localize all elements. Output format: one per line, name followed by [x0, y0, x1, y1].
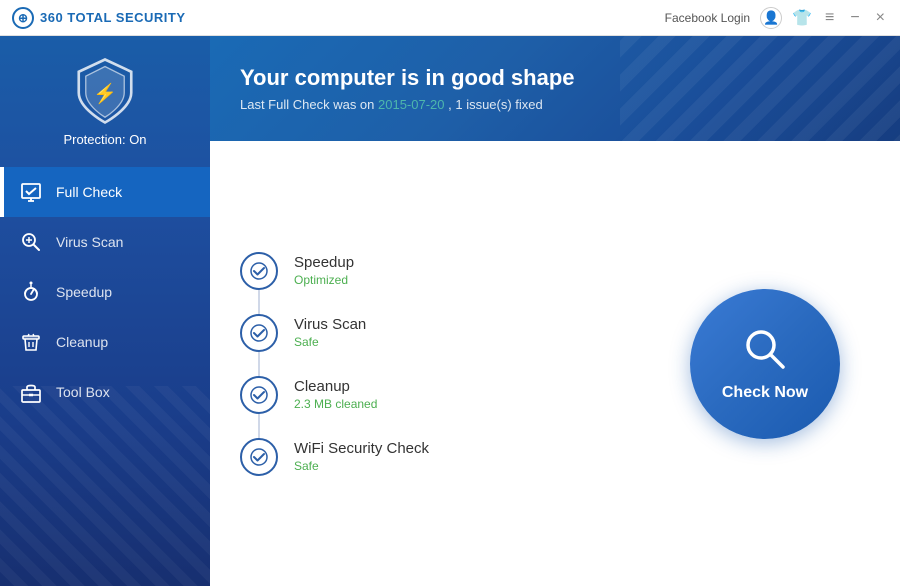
check-list: Speedup Optimized Virus Scan Safe: [240, 240, 650, 488]
title-bar-left: ⊕ 360 TOTAL SECURITY: [12, 7, 186, 29]
check-now-search-icon: [741, 325, 789, 378]
sidebar-nav: Full Check Virus Scan: [0, 167, 210, 417]
check-name-speedup: Speedup: [294, 254, 354, 271]
check-info-wifi: WiFi Security Check Safe: [294, 440, 429, 473]
sidebar-item-tool-box[interactable]: Tool Box: [0, 367, 210, 417]
header-banner: Your computer is in good shape Last Full…: [210, 36, 900, 141]
banner-date: 2015-07-20: [378, 97, 445, 112]
protection-label: Protection: On: [63, 132, 146, 147]
virus-scan-icon: [18, 229, 44, 255]
check-circle-virus-scan: [240, 314, 278, 352]
sidebar-item-cleanup[interactable]: Cleanup: [0, 317, 210, 367]
sidebar-label-full-check: Full Check: [56, 184, 122, 200]
minimize-button[interactable]: −: [847, 9, 862, 27]
banner-subtitle: Last Full Check was on 2015-07-20 , 1 is…: [240, 97, 870, 112]
check-item-cleanup: Cleanup 2.3 MB cleaned: [240, 364, 650, 426]
main-layout: ⚡ Protection: On Full Check: [0, 36, 900, 586]
check-name-virus-scan: Virus Scan: [294, 316, 366, 333]
app-title: 360 TOTAL SECURITY: [40, 10, 186, 25]
shield-icon: ⚡: [70, 56, 140, 126]
check-info-virus-scan: Virus Scan Safe: [294, 316, 366, 349]
subtitle-suffix: , 1 issue(s) fixed: [445, 97, 543, 112]
check-item-speedup: Speedup Optimized: [240, 240, 650, 302]
check-info-cleanup: Cleanup 2.3 MB cleaned: [294, 378, 377, 411]
check-circle-cleanup: [240, 376, 278, 414]
check-item-virus-scan: Virus Scan Safe: [240, 302, 650, 364]
check-status-virus-scan: Safe: [294, 335, 366, 349]
close-button[interactable]: ×: [873, 9, 888, 27]
fb-login-label: Facebook Login: [665, 11, 750, 25]
title-bar: ⊕ 360 TOTAL SECURITY Facebook Login 👤 👕 …: [0, 0, 900, 36]
check-circle-speedup: [240, 252, 278, 290]
check-info-speedup: Speedup Optimized: [294, 254, 354, 287]
content-area: Your computer is in good shape Last Full…: [210, 36, 900, 586]
sidebar-item-virus-scan[interactable]: Virus Scan: [0, 217, 210, 267]
sidebar-item-full-check[interactable]: Full Check: [0, 167, 210, 217]
sidebar-label-speedup: Speedup: [56, 284, 112, 300]
sidebar-label-cleanup: Cleanup: [56, 334, 108, 350]
title-bar-right: Facebook Login 👤 👕 ≡ − ×: [665, 7, 888, 29]
speedup-icon: [18, 279, 44, 305]
cleanup-icon: [18, 329, 44, 355]
check-name-wifi: WiFi Security Check: [294, 440, 429, 457]
logo-icon: ⊕: [12, 7, 34, 29]
full-check-icon: [18, 179, 44, 205]
check-circle-wifi: [240, 438, 278, 476]
check-status-speedup: Optimized: [294, 273, 354, 287]
shield-container: ⚡ Protection: On: [63, 56, 146, 147]
check-item-wifi: WiFi Security Check Safe: [240, 426, 650, 488]
check-status-cleanup: 2.3 MB cleaned: [294, 397, 377, 411]
svg-text:⚡: ⚡: [93, 82, 117, 105]
shirt-icon[interactable]: 👕: [792, 8, 812, 28]
menu-button[interactable]: ≡: [822, 9, 837, 27]
check-section: Speedup Optimized Virus Scan Safe: [210, 141, 900, 586]
sidebar: ⚡ Protection: On Full Check: [0, 36, 210, 586]
sidebar-label-tool-box: Tool Box: [56, 384, 110, 400]
check-now-button[interactable]: Check Now: [690, 289, 840, 439]
check-status-wifi: Safe: [294, 459, 429, 473]
app-logo: ⊕ 360 TOTAL SECURITY: [12, 7, 186, 29]
tool-box-icon: [18, 379, 44, 405]
sidebar-item-speedup[interactable]: Speedup: [0, 267, 210, 317]
sidebar-label-virus-scan: Virus Scan: [56, 234, 123, 250]
check-now-label: Check Now: [722, 384, 808, 402]
check-name-cleanup: Cleanup: [294, 378, 377, 395]
banner-title: Your computer is in good shape: [240, 65, 870, 91]
subtitle-prefix: Last Full Check was on: [240, 97, 378, 112]
avatar-icon[interactable]: 👤: [760, 7, 782, 29]
